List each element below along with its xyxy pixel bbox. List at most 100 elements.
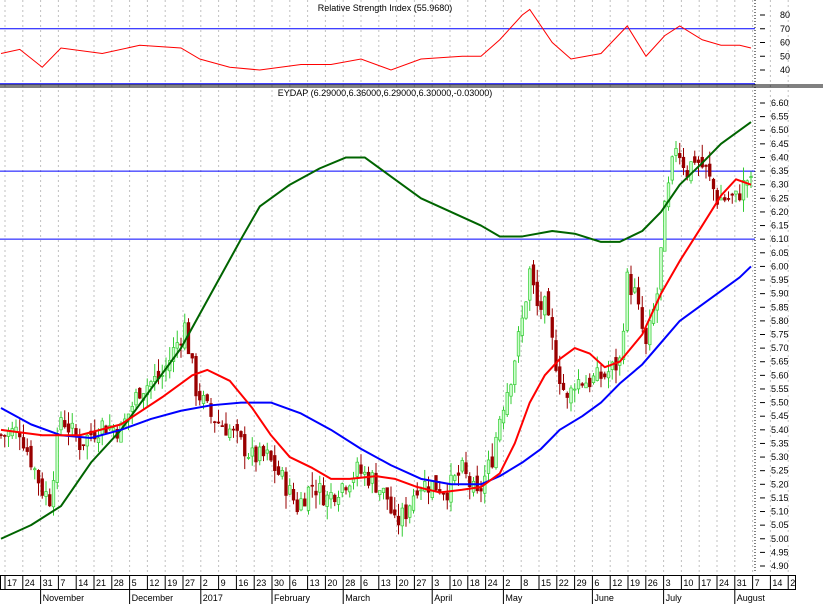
candle-down (239, 431, 243, 438)
candle-down (561, 382, 566, 390)
candle-down (254, 446, 258, 463)
rsi-tick-label: 60 (780, 38, 790, 48)
candle-up (494, 436, 498, 469)
candle-up (325, 494, 329, 507)
x-tick-label: 10 (683, 578, 693, 588)
candle-up (299, 498, 303, 511)
candle-down (636, 287, 641, 305)
month-label: 2017 (203, 593, 223, 603)
price-tick-label: 5.10 (771, 507, 789, 517)
candle-down (3, 435, 7, 437)
candle-down (261, 445, 266, 457)
candle-up (509, 384, 513, 397)
candle-down (385, 487, 389, 500)
candle-down (40, 478, 44, 496)
x-tick-label: 26 (648, 578, 658, 588)
price-tick-label: 5.90 (771, 289, 789, 299)
candle-down (273, 455, 277, 471)
candle-up (734, 190, 738, 195)
candle-up (149, 381, 153, 387)
candle-down (738, 193, 742, 201)
candle-up (306, 486, 311, 511)
month-label: February (274, 593, 311, 603)
price-tick-label: 5.85 (771, 302, 789, 312)
candle-up (460, 460, 464, 472)
candle-up (471, 480, 476, 493)
candle-up (70, 422, 74, 429)
price-tick-label: 5.80 (771, 316, 789, 326)
month-label: March (345, 593, 370, 603)
candle-down (558, 366, 562, 384)
price-tick-label: 5.30 (771, 452, 789, 462)
candle-down (565, 392, 569, 398)
x-tick-label: 3 (434, 578, 439, 588)
candle-down (366, 471, 371, 486)
price-tick-label: 6.30 (771, 180, 789, 190)
candle-up (33, 468, 37, 471)
candle-up (659, 247, 663, 290)
x-tick-label: 3 (666, 578, 671, 588)
candle-up (329, 492, 333, 500)
candle-up (584, 382, 588, 389)
candle-down (29, 445, 33, 468)
candle-down (269, 450, 273, 461)
price-tick-label: 6.05 (771, 248, 789, 258)
price-tick-label: 5.95 (771, 275, 789, 285)
price-panel: 6.60 6.55 6.50 6.45 6.40 6.35 6.30 6.25 6.20 6.15… (0, 98, 789, 571)
month-label: July (666, 593, 683, 603)
rsi-title: Relative Strength Index (55.9680) (318, 3, 453, 13)
x-tick-label: 9 (221, 578, 226, 588)
candle-down (704, 164, 708, 167)
price-tick-label: 4.95 (771, 547, 789, 557)
price-tick-label: 5.75 (771, 330, 789, 340)
candle-down (730, 193, 734, 196)
candle-down (550, 317, 554, 338)
x-tick-label: 12 (612, 578, 622, 588)
x-tick-label: 12 (149, 578, 159, 588)
candle-down (546, 291, 551, 316)
candle-up (201, 395, 206, 404)
candle-up (55, 433, 59, 483)
x-tick-label: 6 (292, 578, 297, 588)
x-tick-label: 5 (132, 578, 137, 588)
price-tick-label: 6.35 (771, 166, 789, 176)
x-tick-label: 17 (701, 578, 711, 588)
candle-up (134, 392, 138, 406)
candle-up (119, 423, 123, 443)
price-tick-label: 5.25 (771, 466, 789, 476)
candle-down (205, 394, 209, 402)
candle-down (580, 383, 584, 386)
candle-down (220, 425, 224, 427)
price-tick-label: 6.15 (771, 221, 789, 231)
x-tick-label: 20 (399, 578, 409, 588)
candle-down (303, 498, 307, 507)
candle-down (66, 423, 71, 433)
candle-up (573, 388, 577, 391)
candle-down (490, 456, 494, 468)
candle-down (36, 470, 41, 484)
candle-up (51, 480, 56, 508)
x-tick-label: 31 (43, 578, 53, 588)
candle-down (678, 153, 682, 159)
candle-up (265, 449, 269, 454)
candle-down (404, 504, 408, 520)
candle-down (81, 444, 86, 447)
candle-down (284, 471, 288, 496)
price-tick-label: 5.65 (771, 357, 789, 367)
rsi-panel: 80 70 60 50 40 (0, 8, 790, 85)
stock-chart: Relative Strength Index (55.9680) EYDAP … (0, 0, 823, 604)
price-tick-label: 5.70 (771, 343, 789, 353)
candle-down (726, 198, 731, 200)
candle-down (441, 492, 446, 495)
x-tick-label: 29 (577, 578, 587, 588)
candle-down (321, 485, 326, 506)
candle-down (681, 156, 686, 169)
candle-up (543, 296, 547, 316)
candle-up (670, 156, 674, 181)
candle-down (723, 197, 727, 201)
candle-down (539, 301, 543, 310)
price-tick-label: 5.50 (771, 398, 789, 408)
month-label: April (434, 593, 452, 603)
candle-up (520, 317, 524, 336)
candle-up (228, 428, 232, 438)
